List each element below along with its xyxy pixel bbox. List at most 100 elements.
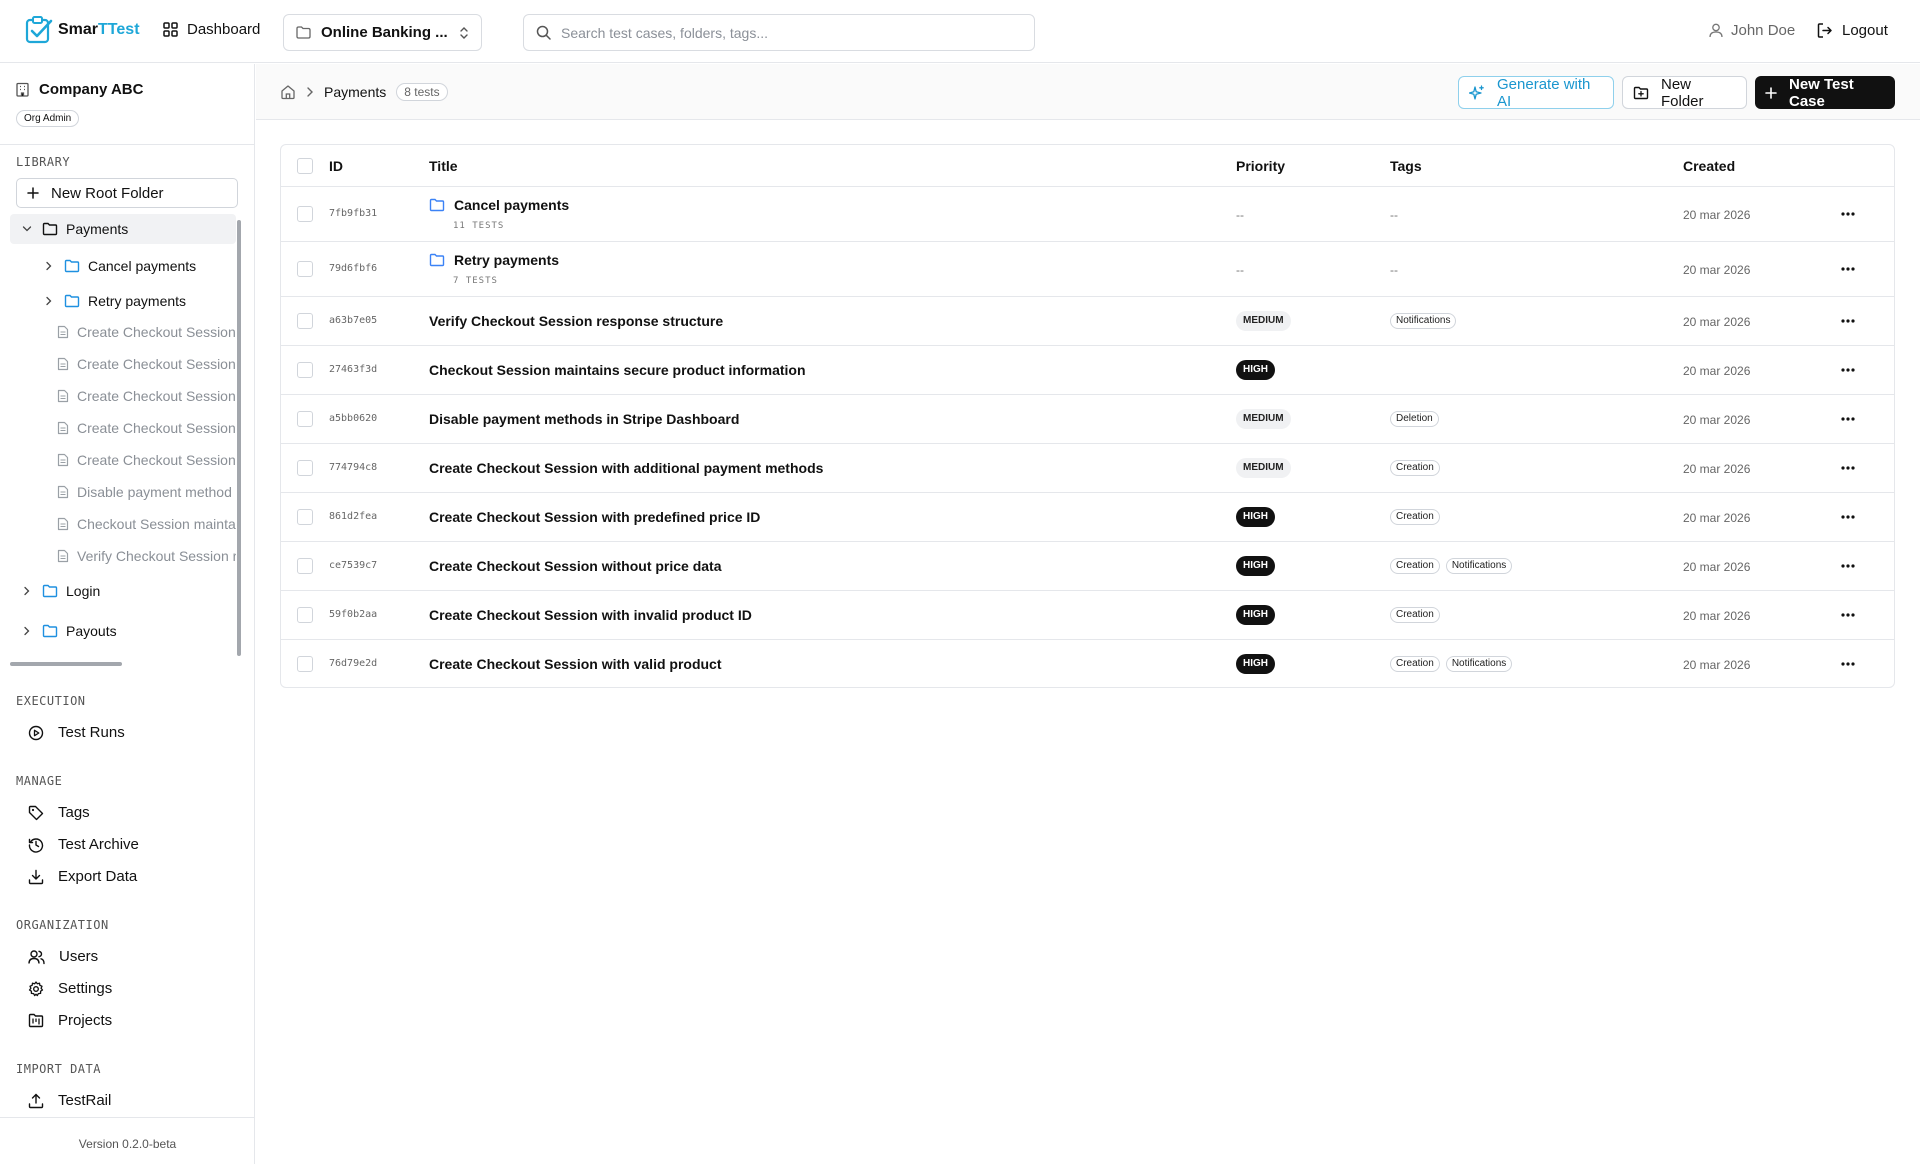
home-icon[interactable]: [280, 84, 296, 100]
more-actions-icon[interactable]: [1841, 662, 1855, 666]
test-case-title[interactable]: Create Checkout Session with invalid pro…: [429, 607, 752, 623]
test-case-title[interactable]: Create Checkout Session with additional …: [429, 460, 823, 476]
tree-test-case[interactable]: Checkout Session mainta: [10, 509, 236, 539]
more-actions-icon[interactable]: [1841, 319, 1855, 323]
tag-badge[interactable]: Creation: [1390, 460, 1440, 476]
more-actions-icon[interactable]: [1841, 368, 1855, 372]
chevron-right-icon[interactable]: [42, 261, 56, 271]
chevron-right-icon[interactable]: [20, 626, 34, 636]
tag-badge[interactable]: Notifications: [1445, 656, 1513, 672]
dashboard-link[interactable]: Dashboard: [163, 21, 260, 38]
sidebar-item-users[interactable]: Users: [28, 948, 98, 965]
column-header-tags[interactable]: Tags: [1390, 158, 1422, 174]
more-actions-icon[interactable]: [1841, 466, 1855, 470]
tag-badge[interactable]: Deletion: [1390, 411, 1439, 427]
chevron-down-icon[interactable]: [20, 225, 34, 233]
tag-badge[interactable]: Notifications: [1390, 313, 1457, 329]
tree-test-case[interactable]: Create Checkout Session: [10, 381, 236, 411]
test-case-title[interactable]: Verify Checkout Session response structu…: [429, 313, 723, 329]
tree-test-case[interactable]: Create Checkout Session: [10, 349, 236, 379]
chevron-right-icon[interactable]: [42, 296, 56, 306]
test-case-title[interactable]: Create Checkout Session with valid produ…: [429, 656, 722, 672]
tag-badge[interactable]: Creation: [1390, 607, 1440, 623]
select-all-checkbox[interactable]: [297, 158, 313, 174]
sidebar-item-export-data[interactable]: Export Data: [28, 868, 137, 885]
column-header-priority[interactable]: Priority: [1236, 158, 1285, 174]
row-checkbox[interactable]: [297, 558, 313, 574]
tree-test-case[interactable]: Create Checkout Session: [10, 317, 236, 347]
more-actions-icon[interactable]: [1841, 267, 1855, 271]
row-checkbox[interactable]: [297, 460, 313, 476]
table-row[interactable]: ce7539c7 Create Checkout Session without …: [281, 542, 1894, 591]
table-row[interactable]: 861d2fea Create Checkout Session with pre…: [281, 493, 1894, 542]
sidebar-item-testrail[interactable]: TestRail: [28, 1092, 111, 1109]
tree-horizontal-scrollbar[interactable]: [10, 662, 122, 666]
user-menu[interactable]: John Doe: [1709, 22, 1795, 39]
row-checkbox[interactable]: [297, 206, 313, 222]
tree-test-case[interactable]: Disable payment method: [10, 477, 236, 507]
folder-title[interactable]: Retry payments: [429, 252, 559, 268]
tree-folder[interactable]: Login: [10, 576, 236, 606]
tag-badge[interactable]: Notifications: [1445, 558, 1513, 574]
search-input[interactable]: [561, 24, 1001, 41]
test-case-title[interactable]: Checkout Session maintains secure produc…: [429, 362, 806, 378]
tree-test-case[interactable]: Create Checkout Session: [10, 413, 236, 443]
more-actions-icon[interactable]: [1841, 515, 1855, 519]
test-case-title[interactable]: Create Checkout Session with predefined …: [429, 509, 760, 525]
tag-badge[interactable]: Creation: [1390, 656, 1440, 672]
project-selector[interactable]: Online Banking ...: [283, 14, 482, 51]
search-box[interactable]: [523, 14, 1035, 51]
priority-badge: MEDIUM: [1236, 409, 1291, 429]
table-row[interactable]: a5bb0620 Disable payment methods in Strip…: [281, 395, 1894, 444]
app-logo[interactable]: SmarTTest: [24, 15, 140, 45]
folder-row[interactable]: 7fb9fb31 Cancel payments 11 TESTS -- -- 20 ma…: [281, 187, 1894, 242]
row-checkbox[interactable]: [297, 261, 313, 277]
more-actions-icon[interactable]: [1841, 212, 1855, 216]
generate-with-ai-button[interactable]: Generate with AI: [1458, 76, 1614, 110]
new-test-case-button[interactable]: New Test Case: [1755, 76, 1895, 110]
row-checkbox[interactable]: [297, 313, 313, 329]
column-header-title[interactable]: Title: [429, 158, 458, 174]
row-checkbox[interactable]: [297, 362, 313, 378]
row-checkbox[interactable]: [297, 607, 313, 623]
table-row[interactable]: a63b7e05 Verify Checkout Session response…: [281, 297, 1894, 346]
tree-folder[interactable]: Cancel payments: [10, 251, 236, 281]
more-actions-icon[interactable]: [1841, 613, 1855, 617]
tree-folder[interactable]: Retry payments: [10, 286, 236, 316]
more-actions-icon[interactable]: [1841, 564, 1855, 568]
folder-row[interactable]: 79d6fbf6 Retry payments 7 TESTS -- -- 20 mar …: [281, 242, 1894, 297]
sidebar-item-settings[interactable]: Settings: [28, 980, 112, 997]
row-checkbox[interactable]: [297, 656, 313, 672]
table-row[interactable]: 59f0b2aa Create Checkout Session with inv…: [281, 591, 1894, 640]
table-row[interactable]: 774794c8 Create Checkout Session with add…: [281, 444, 1894, 493]
tag-badge[interactable]: Creation: [1390, 509, 1440, 525]
download-icon: [28, 869, 44, 885]
tree-test-case[interactable]: Create Checkout Session: [10, 445, 236, 475]
sidebar-item-tags[interactable]: Tags: [28, 804, 90, 821]
tag-badge[interactable]: Creation: [1390, 558, 1440, 574]
table-row[interactable]: 27463f3d Checkout Session maintains secur…: [281, 346, 1894, 395]
test-case-title[interactable]: Disable payment methods in Stripe Dashbo…: [429, 411, 739, 427]
row-checkbox[interactable]: [297, 509, 313, 525]
new-root-folder-button[interactable]: New Root Folder: [16, 178, 238, 208]
test-case-title[interactable]: Create Checkout Session without price da…: [429, 558, 722, 574]
sidebar-item-projects[interactable]: Projects: [28, 1012, 112, 1029]
sidebar-item-test-runs[interactable]: Test Runs: [28, 724, 125, 741]
tree-test-case[interactable]: Verify Checkout Session r: [10, 541, 236, 571]
tree-folder[interactable]: Payments: [10, 214, 236, 244]
tree-scrollbar[interactable]: [237, 220, 241, 656]
folder-title[interactable]: Cancel payments: [429, 197, 569, 213]
folder-icon: [64, 259, 80, 273]
breadcrumb: Payments 8 tests: [280, 83, 448, 101]
column-header-id[interactable]: ID: [329, 158, 343, 174]
table-row[interactable]: 76d79e2d Create Checkout Session with val…: [281, 640, 1894, 687]
chevron-right-icon[interactable]: [20, 586, 34, 596]
tags-cell: Creation: [1390, 509, 1440, 525]
column-header-created[interactable]: Created: [1683, 158, 1735, 174]
logout-button[interactable]: Logout: [1817, 22, 1888, 39]
new-folder-button[interactable]: New Folder: [1622, 76, 1747, 110]
row-checkbox[interactable]: [297, 411, 313, 427]
more-actions-icon[interactable]: [1841, 417, 1855, 421]
sidebar-item-test-archive[interactable]: Test Archive: [28, 836, 139, 853]
tree-folder[interactable]: Payouts: [10, 616, 236, 646]
